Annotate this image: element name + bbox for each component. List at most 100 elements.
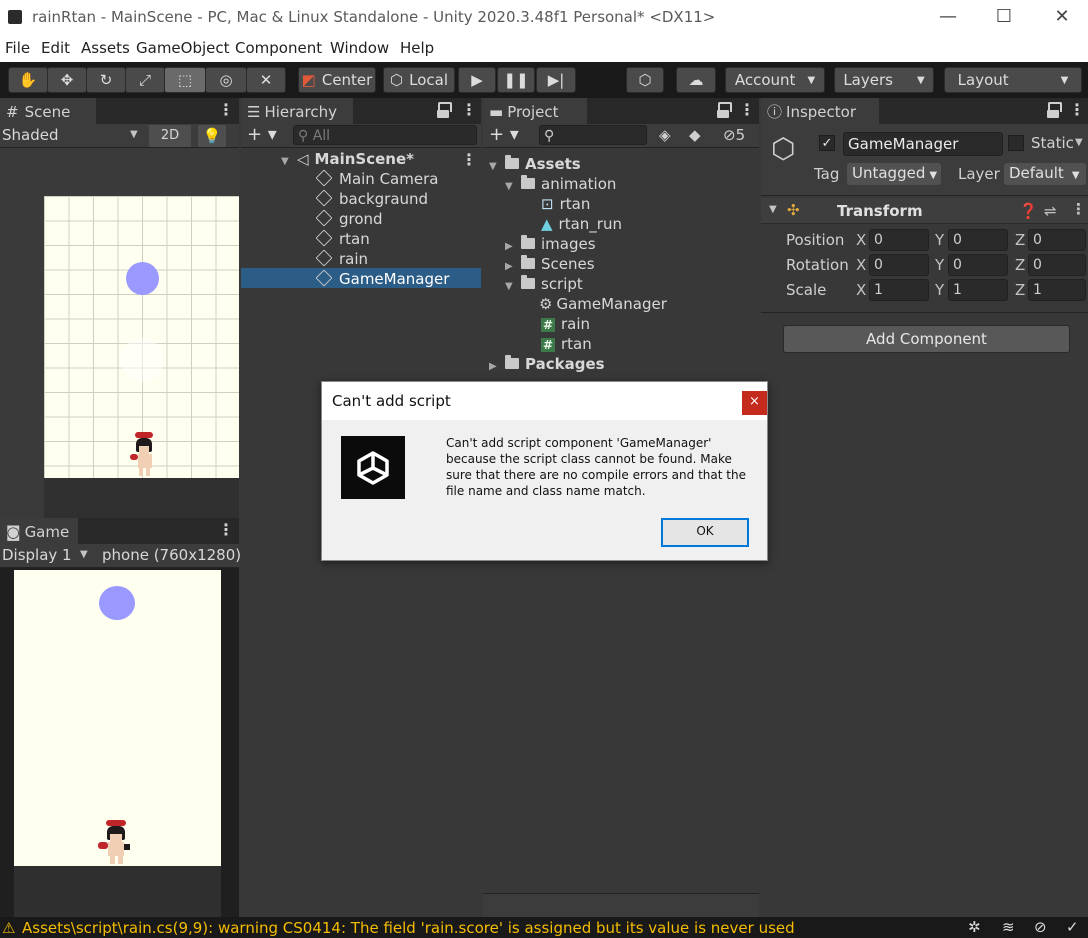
scale-x-field[interactable]: 1 xyxy=(869,279,929,301)
maximize-button[interactable]: ☐ xyxy=(992,6,1016,28)
axis-z-label[interactable]: Z xyxy=(1015,231,1025,249)
debug-icon[interactable]: ✲ xyxy=(968,918,981,936)
resolution-dropdown[interactable]: phone (760x1280) xyxy=(102,546,241,564)
game-view[interactable] xyxy=(0,568,239,917)
scene-root-item[interactable]: ▼ ◁ MainScene* xyxy=(281,150,414,168)
rotate-tool-icon[interactable]: ↻ xyxy=(86,67,126,93)
hierarchy-search-input[interactable]: ⚲ All xyxy=(293,125,477,145)
rect-tool-icon[interactable]: ⬚ xyxy=(164,67,206,93)
account-dropdown[interactable]: Account ▼ xyxy=(725,67,825,93)
position-z-field[interactable]: 0 xyxy=(1028,229,1086,251)
hand-tool-icon[interactable]: ✋ xyxy=(8,67,48,93)
menu-file[interactable]: File xyxy=(5,39,30,57)
add-component-button[interactable]: Add Component xyxy=(783,325,1070,353)
menu-assets[interactable]: Assets xyxy=(81,39,130,57)
project-images-folder[interactable]: ▶ images xyxy=(505,235,596,253)
tab-game[interactable]: ◙ Game xyxy=(0,518,78,544)
create-plus-dropdown[interactable]: + ▾ xyxy=(489,124,519,145)
project-scenes-folder[interactable]: ▶ Scenes xyxy=(505,255,595,273)
minimize-button[interactable]: — xyxy=(936,6,960,28)
axis-y-label[interactable]: Y xyxy=(935,256,944,274)
create-plus-dropdown[interactable]: + ▾ xyxy=(247,124,277,145)
auto-generate-icon[interactable]: ⊘ xyxy=(1034,918,1047,936)
hierarchy-item-grond[interactable]: grond xyxy=(315,209,383,228)
gameobject-cube-icon[interactable]: ⬡ xyxy=(771,132,795,165)
project-assets-folder[interactable]: ▼ Assets xyxy=(489,155,581,173)
project-item-gamemanager-script[interactable]: ⚙ GameManager xyxy=(539,295,667,313)
project-item-rtan-run[interactable]: ▲ rtan_run xyxy=(541,215,622,233)
help-icon[interactable]: ❓ xyxy=(1019,202,1038,220)
dialog-close-button[interactable]: × xyxy=(742,391,767,415)
position-y-field[interactable]: 0 xyxy=(948,229,1008,251)
lock-icon[interactable] xyxy=(717,102,732,118)
tab-project[interactable]: ▬ Project xyxy=(483,98,587,124)
menu-help[interactable]: Help xyxy=(400,39,434,57)
project-animation-folder[interactable]: ▼ animation xyxy=(505,175,616,193)
hierarchy-item-rtan[interactable]: rtan xyxy=(315,229,370,248)
layout-dropdown[interactable]: Layout ▼ xyxy=(944,67,1082,93)
progress-check-icon[interactable]: ✓ xyxy=(1066,918,1079,936)
project-search-input[interactable]: ⚲ xyxy=(539,125,647,145)
hierarchy-item-main-camera[interactable]: Main Camera xyxy=(315,169,438,188)
dialog-ok-button[interactable]: OK xyxy=(661,518,749,547)
kebab-menu-icon[interactable]: ⋮ xyxy=(218,520,234,539)
rotation-y-field[interactable]: 0 xyxy=(948,254,1008,276)
cloud-button[interactable]: ☁ xyxy=(676,67,716,93)
kebab-menu-icon[interactable]: ⋮ xyxy=(1071,200,1086,218)
console-warning-message[interactable]: Assets\script\rain.cs(9,9): warning CS04… xyxy=(22,919,795,937)
status-bar[interactable]: ⚠ Assets\script\rain.cs(9,9): warning CS… xyxy=(0,917,1088,938)
rotation-x-field[interactable]: 0 xyxy=(869,254,929,276)
object-name-input[interactable]: GameManager xyxy=(843,132,1003,156)
kebab-menu-icon[interactable]: ⋮ xyxy=(461,150,477,169)
transform-header[interactable]: ▼ ✣ Transform ❓ ⇌ ⋮ xyxy=(761,198,1088,224)
tag-dropdown[interactable]: Untagged ▼ xyxy=(847,163,941,185)
lighting-toggle-icon[interactable]: 💡 xyxy=(198,125,226,147)
project-item-rtan-script[interactable]: # rtan xyxy=(541,335,592,353)
kebab-menu-icon[interactable]: ⋮ xyxy=(739,100,755,119)
transform-tool-icon[interactable]: ◎ xyxy=(205,67,247,93)
kebab-menu-icon[interactable]: ⋮ xyxy=(218,100,234,119)
scale-z-field[interactable]: 1 xyxy=(1028,279,1086,301)
lock-icon[interactable] xyxy=(437,102,452,118)
axis-y-label[interactable]: Y xyxy=(935,281,944,299)
hierarchy-item-rain[interactable]: rain xyxy=(315,249,368,268)
axis-x-label[interactable]: X xyxy=(856,256,866,274)
preset-icon[interactable]: ⇌ xyxy=(1044,202,1057,220)
hierarchy-item-backgraund[interactable]: backgraund xyxy=(315,189,428,208)
layers-dropdown[interactable]: Layers ▼ xyxy=(834,67,934,93)
scale-tool-icon[interactable]: ⤢ xyxy=(125,67,165,93)
hierarchy-item-gamemanager[interactable]: GameManager xyxy=(315,269,449,288)
axis-x-label[interactable]: X xyxy=(856,231,866,249)
layer-dropdown[interactable]: Default ▼ xyxy=(1004,163,1086,185)
layers-stack-icon[interactable]: ≋ xyxy=(1002,918,1015,936)
tab-inspector[interactable]: ⓘ Inspector xyxy=(761,98,879,124)
active-checkbox[interactable]: ✓ xyxy=(819,135,835,151)
menu-component[interactable]: Component xyxy=(235,39,322,57)
display-dropdown[interactable]: Display 1 xyxy=(2,546,72,564)
close-window-button[interactable]: ✕ xyxy=(1050,6,1074,28)
scale-y-field[interactable]: 1 xyxy=(948,279,1008,301)
scene-view[interactable] xyxy=(0,148,239,518)
filter-type-icon[interactable]: ◈ xyxy=(659,126,671,144)
lock-icon[interactable] xyxy=(1047,102,1062,118)
filter-label-icon[interactable]: ◆ xyxy=(689,126,701,144)
menu-window[interactable]: Window xyxy=(330,39,389,57)
tab-hierarchy[interactable]: ☰ Hierarchy xyxy=(241,98,353,124)
hidden-packages-toggle[interactable]: ⊘5 xyxy=(723,126,745,144)
play-button[interactable]: ▶ xyxy=(458,67,496,93)
axis-z-label[interactable]: Z xyxy=(1015,256,1025,274)
rotation-z-field[interactable]: 0 xyxy=(1028,254,1086,276)
kebab-menu-icon[interactable]: ⋮ xyxy=(461,100,477,119)
pivot-center-button[interactable]: ◩ Center xyxy=(298,67,376,93)
pause-button[interactable]: ❚❚ xyxy=(497,67,535,93)
axis-x-label[interactable]: X xyxy=(856,281,866,299)
project-item-rtan-controller[interactable]: ⊡ rtan xyxy=(541,195,590,213)
step-button[interactable]: ▶| xyxy=(536,67,576,93)
project-packages-folder[interactable]: ▶ Packages xyxy=(489,355,605,373)
mode-2d-toggle[interactable]: 2D xyxy=(149,125,191,147)
axis-y-label[interactable]: Y xyxy=(935,231,944,249)
chevron-down-icon[interactable]: ▼ xyxy=(1075,137,1083,148)
custom-tool-icon[interactable]: ✕ xyxy=(246,67,286,93)
move-tool-icon[interactable]: ✥ xyxy=(47,67,87,93)
project-item-rain-script[interactable]: # rain xyxy=(541,315,590,333)
